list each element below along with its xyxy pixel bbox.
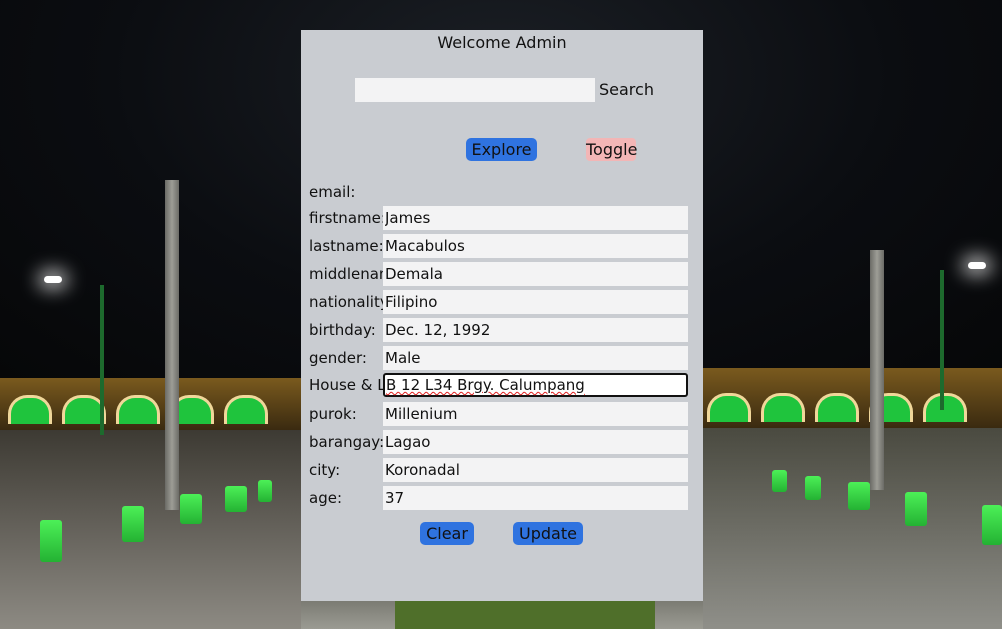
field-label: birthday: [309, 321, 376, 339]
form-row-nationality: nationality: [309, 290, 689, 314]
lastname-field[interactable] [383, 234, 688, 258]
form-row-age: age: [309, 486, 689, 510]
lit-building-left [0, 378, 305, 430]
form-row-email: email: [309, 180, 689, 204]
form-row-purok: purok: [309, 402, 689, 426]
city-field[interactable] [383, 458, 688, 482]
nationality-field[interactable] [383, 290, 688, 314]
form-row-city: city: [309, 458, 689, 482]
welcome-heading: Welcome Admin [437, 33, 567, 52]
lit-building-right [703, 368, 1002, 428]
field-label: middlename: [309, 265, 383, 283]
field-label: lastname: [309, 237, 383, 255]
form-row-firstname: firstname: [309, 206, 689, 230]
explore-button[interactable]: Explore [466, 138, 537, 161]
middlename-field[interactable] [383, 262, 688, 286]
admin-panel: Welcome Admin Search Explore Toggle emai… [301, 30, 703, 601]
field-label: purok: [309, 405, 357, 423]
field-label: age: [309, 489, 342, 507]
birthday-field[interactable] [383, 318, 688, 342]
clear-button[interactable]: Clear [420, 522, 474, 545]
gender-field[interactable] [383, 346, 688, 370]
form-row-lastname: lastname: [309, 234, 689, 258]
purok-field[interactable] [383, 402, 688, 426]
toggle-button[interactable]: Toggle [586, 138, 637, 161]
house-lot-value: B 12 L34 Brgy. Calumpang [386, 376, 585, 394]
field-label: firstname: [309, 209, 383, 227]
field-label: House & Lot: [309, 376, 383, 394]
form-row-house-lot: House & Lot: B 12 L34 Brgy. Calumpang [309, 373, 689, 397]
search-button[interactable]: Search [599, 80, 654, 99]
age-field[interactable] [383, 486, 688, 510]
barangay-field[interactable] [383, 430, 688, 454]
search-input[interactable] [355, 78, 595, 102]
house-lot-field[interactable]: B 12 L34 Brgy. Calumpang [383, 373, 688, 397]
form-row-middlename: middlename: [309, 262, 689, 286]
form-row-birthday: birthday: [309, 318, 689, 342]
field-label: city: [309, 461, 341, 479]
update-button[interactable]: Update [513, 522, 583, 545]
field-label: email: [309, 183, 356, 201]
firstname-field[interactable] [383, 206, 688, 230]
field-label: nationality: [309, 293, 383, 311]
field-label: barangay: [309, 433, 383, 451]
field-label: gender: [309, 349, 367, 367]
form-row-barangay: barangay: [309, 430, 689, 454]
form-row-gender: gender: [309, 346, 689, 370]
